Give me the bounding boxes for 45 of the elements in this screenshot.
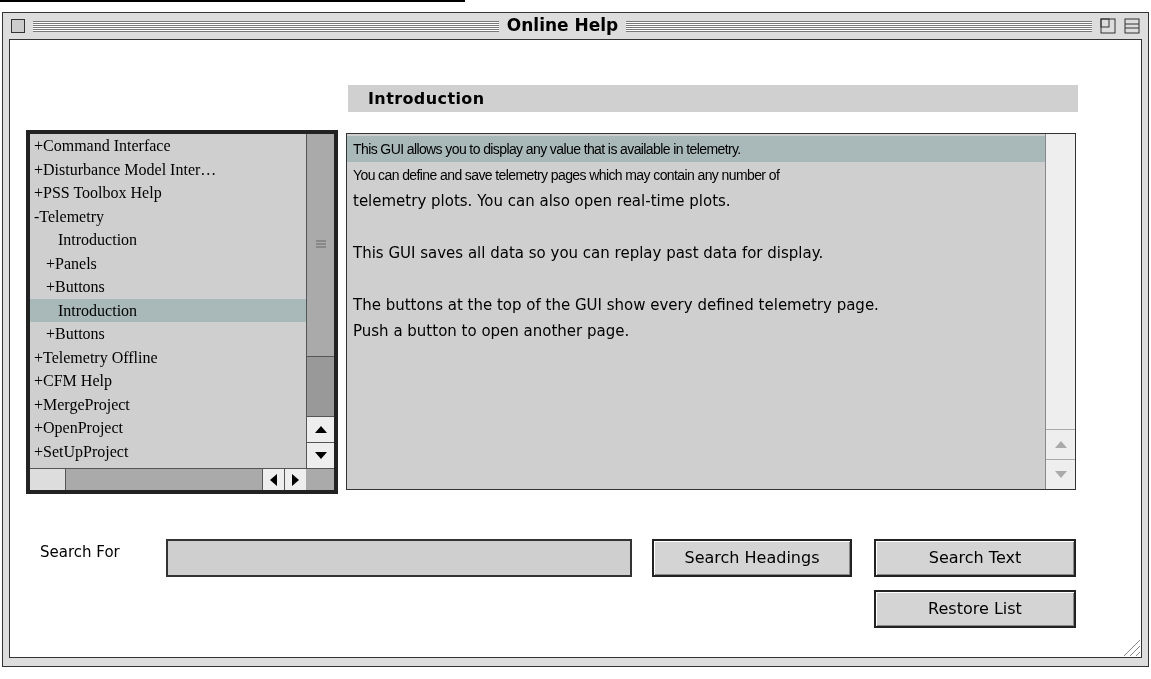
topic-tree[interactable]: +Command Interface +Disturbance Model Inter… +PSS Toolbox Help -Telemetry Introduction +Panels +Buttons Introduction +Buttons +Telemetry Offline +CFM Help +MergeProject +OpenProject +SetUpProject: [26, 130, 338, 494]
grip-icon: [315, 240, 326, 250]
tree-item[interactable]: +Panels: [30, 251, 306, 275]
tree-item[interactable]: +MergeProject: [30, 392, 306, 416]
tree-item[interactable]: Introduction: [30, 228, 306, 252]
scroll-up-button[interactable]: [307, 416, 334, 442]
help-text-line: This GUI saves all data so you can replay past data for display.: [352, 243, 825, 264]
tree-item[interactable]: +PSS Toolbox Help: [30, 181, 306, 205]
tree-item[interactable]: Introduction: [30, 298, 306, 322]
up-arrow-icon: [1054, 441, 1067, 448]
scroll-left-button[interactable]: [262, 469, 284, 490]
right-arrow-icon: [292, 473, 299, 486]
tree-item[interactable]: +Command Interface: [30, 134, 306, 158]
scroll-down-button[interactable]: [307, 442, 334, 468]
collapse-box-icon[interactable]: [1124, 18, 1140, 34]
horizontal-scrollbar[interactable]: [30, 468, 334, 490]
tree-item[interactable]: +Telemetry Offline: [30, 345, 306, 369]
vertical-scrollbar[interactable]: [306, 134, 334, 468]
tree-item[interactable]: +Buttons: [30, 275, 306, 299]
search-headings-button[interactable]: Search Headings: [652, 539, 852, 577]
scroll-right-button[interactable]: [284, 469, 306, 490]
tree-item[interactable]: +Buttons: [30, 322, 306, 346]
close-box-icon[interactable]: [11, 19, 25, 33]
left-arrow-icon: [270, 473, 277, 486]
tree-item[interactable]: +CFM Help: [30, 369, 306, 393]
down-arrow-icon: [1054, 471, 1067, 478]
scroll-thumb[interactable]: [30, 469, 66, 490]
tree-item[interactable]: +OpenProject: [30, 416, 306, 440]
help-text-line: The buttons at the top of the GUI show every defined telemetry page.: [352, 295, 880, 316]
down-arrow-icon: [314, 452, 327, 459]
restore-list-button[interactable]: Restore List: [874, 590, 1076, 628]
zoom-box-icon[interactable]: [1100, 18, 1116, 34]
tree-item[interactable]: +Disturbance Model Inter…: [30, 157, 306, 181]
up-arrow-icon: [314, 426, 327, 433]
section-heading: Introduction: [348, 85, 1078, 112]
search-label: Search For: [40, 542, 121, 563]
tree-item[interactable]: -Telemetry: [30, 204, 306, 228]
help-text-line: Push a button to open another page.: [352, 321, 631, 342]
search-text-button[interactable]: Search Text: [874, 539, 1076, 577]
search-field[interactable]: [166, 539, 632, 577]
scroll-thumb[interactable]: [307, 356, 334, 416]
window-title: Online Help: [506, 14, 619, 38]
tree-item[interactable]: +SetUpProject: [30, 439, 306, 463]
help-text-line: You can define and save telemetry pages which may contain any number of: [352, 166, 781, 185]
help-text-line: telemetry plots. You can also open real-time plots.: [352, 191, 732, 212]
